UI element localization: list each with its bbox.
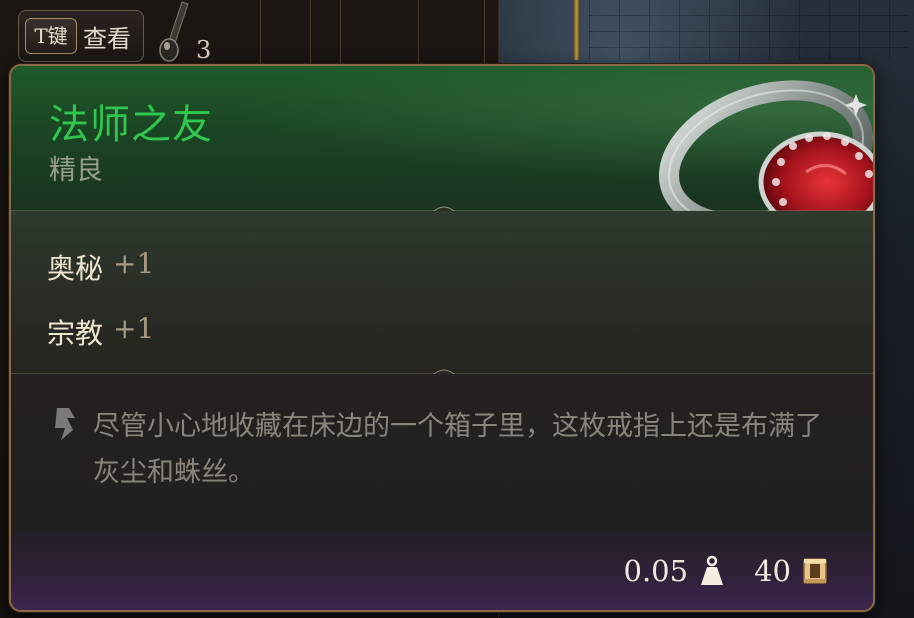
- slot-divider: [260, 0, 261, 70]
- hotkey-action-label: 查看: [83, 24, 131, 53]
- item-description: 尽管小心地收藏在床边的一个箱子里，这枚戒指上还是布满了灰尘和蛛丝。: [93, 411, 822, 488]
- tooltip-footer: 0.05 40: [11, 532, 873, 610]
- stat-name: 宗教: [47, 317, 104, 350]
- slot-divider: [310, 0, 311, 70]
- stat-row-arcana: 奥秘 +1: [47, 247, 154, 287]
- gold-coin-icon: [803, 558, 827, 584]
- weight-icon: [701, 555, 724, 585]
- stat-name: 奥秘: [47, 252, 104, 285]
- stone-wall: [589, 0, 909, 60]
- tool-item-icon[interactable]: [152, 0, 196, 64]
- golden-pole: [574, 0, 579, 60]
- slot-divider: [418, 0, 419, 70]
- item-stack-count: 3: [196, 36, 212, 64]
- item-rarity: 精良: [49, 155, 103, 186]
- item-properties-row: 0.05 40: [624, 554, 829, 588]
- stat-bonus: +1: [113, 312, 155, 345]
- description-section: 尽管小心地收藏在床边的一个箱子里，这枚戒指上还是布满了灰尘和蛛丝。: [11, 374, 873, 532]
- stat-bonus: +1: [113, 247, 155, 280]
- slot-divider: [340, 0, 341, 70]
- game-screen: T键 查看 3 法师之友 精良 奥秘 +1 宗教 +1 尽管小心地收藏在床边的一…: [0, 0, 914, 618]
- stat-row-religion: 宗教 +1: [47, 312, 154, 352]
- quote-mark-icon: [55, 408, 75, 440]
- item-value: 40: [754, 554, 791, 588]
- slot-divider: [484, 0, 485, 70]
- item-name: 法师之友: [49, 102, 213, 148]
- hotkey-keycap: T键: [25, 18, 77, 54]
- item-tooltip: 法师之友 精良 奥秘 +1 宗教 +1 尽管小心地收藏在床边的一个箱子里，这枚戒…: [9, 64, 875, 612]
- examine-hotkey-hint[interactable]: T键 查看: [18, 10, 144, 62]
- item-weight: 0.05: [623, 554, 689, 588]
- stats-section: 奥秘 +1 宗教 +1: [11, 211, 873, 374]
- tooltip-header: 法师之友 精良: [11, 66, 873, 234]
